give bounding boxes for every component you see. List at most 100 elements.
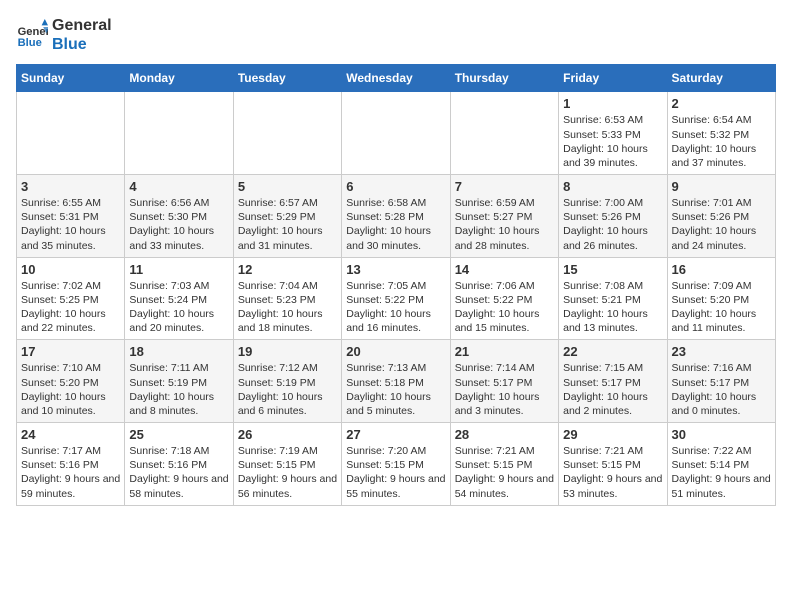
day-info: Daylight: 10 hours and 13 minutes. <box>563 307 662 335</box>
day-info: Sunset: 5:17 PM <box>563 376 662 390</box>
calendar-cell: 24Sunrise: 7:17 AMSunset: 5:16 PMDayligh… <box>17 423 125 506</box>
day-info: Sunset: 5:14 PM <box>672 458 771 472</box>
day-info: Sunrise: 7:21 AM <box>455 444 554 458</box>
day-info: Sunrise: 7:03 AM <box>129 279 228 293</box>
day-info: Sunrise: 7:02 AM <box>21 279 120 293</box>
calendar-week-3: 10 Sunrise: 7:02 AMSunset: 5:25 PM Dayligh… <box>17 257 776 340</box>
day-info: Sunset: 5:15 PM <box>238 458 337 472</box>
day-info: Sunrise: 7:05 AM <box>346 279 445 293</box>
day-number: 26 <box>238 427 337 442</box>
calendar-cell: 13Sunrise: 7:05 AMSunset: 5:22 PMDayligh… <box>342 257 450 340</box>
day-info: Sunset: 5:18 PM <box>346 376 445 390</box>
day-number: 10 <box>21 262 120 277</box>
weekday-header-sunday: Sunday <box>17 65 125 92</box>
calendar-cell: 17Sunrise: 7:10 AMSunset: 5:20 PMDayligh… <box>17 340 125 423</box>
calendar-cell: 12Sunrise: 7:04 AMSunset: 5:23 PMDayligh… <box>233 257 341 340</box>
day-info: Sunset: 5:26 PM <box>672 210 771 224</box>
day-info: Sunset: 5:17 PM <box>455 376 554 390</box>
calendar-cell: 9Sunrise: 7:01 AMSunset: 5:26 PMDaylight… <box>667 175 775 258</box>
weekday-header-monday: Monday <box>125 65 233 92</box>
day-number: 5 <box>238 179 337 194</box>
day-info: Sunrise: 6:59 AM <box>455 196 554 210</box>
calendar-cell: 26Sunrise: 7:19 AMSunset: 5:15 PMDayligh… <box>233 423 341 506</box>
day-info: Daylight: 10 hours and 3 minutes. <box>455 390 554 418</box>
weekday-header-thursday: Thursday <box>450 65 558 92</box>
day-info: Daylight: 10 hours and 0 minutes. <box>672 390 771 418</box>
calendar-cell: 25Sunrise: 7:18 AMSunset: 5:16 PMDayligh… <box>125 423 233 506</box>
calendar-cell: 8Sunrise: 7:00 AMSunset: 5:26 PMDaylight… <box>559 175 667 258</box>
logo-blue: Blue <box>52 35 112 54</box>
day-number: 27 <box>346 427 445 442</box>
day-info: Daylight: 10 hours and 37 minutes. <box>672 142 771 170</box>
day-info: Daylight: 9 hours and 56 minutes. <box>238 472 337 500</box>
day-number: 29 <box>563 427 662 442</box>
day-info: Sunset: 5:23 PM <box>238 293 337 307</box>
day-info: Sunrise: 6:56 AM <box>129 196 228 210</box>
calendar-cell <box>450 92 558 175</box>
weekday-header-saturday: Saturday <box>667 65 775 92</box>
day-number: 16 <box>672 262 771 277</box>
calendar-header-row: SundayMondayTuesdayWednesdayThursdayFrid… <box>17 65 776 92</box>
day-info: Sunset: 5:19 PM <box>129 376 228 390</box>
day-info: Sunset: 5:33 PM <box>563 128 662 142</box>
day-info: Sunset: 5:19 PM <box>238 376 337 390</box>
day-info: Daylight: 10 hours and 15 minutes. <box>455 307 554 335</box>
day-info: Sunset: 5:24 PM <box>129 293 228 307</box>
calendar-cell <box>233 92 341 175</box>
logo: General Blue General Blue <box>16 16 112 54</box>
day-info: Daylight: 10 hours and 31 minutes. <box>238 224 337 252</box>
day-number: 17 <box>21 344 120 359</box>
calendar-cell: 11Sunrise: 7:03 AMSunset: 5:24 PMDayligh… <box>125 257 233 340</box>
day-number: 25 <box>129 427 228 442</box>
day-info: Sunrise: 7:18 AM <box>129 444 228 458</box>
day-info: Sunrise: 7:22 AM <box>672 444 771 458</box>
day-info: Sunset: 5:28 PM <box>346 210 445 224</box>
calendar-cell: 6Sunrise: 6:58 AMSunset: 5:28 PMDaylight… <box>342 175 450 258</box>
day-info: Sunrise: 7:08 AM <box>563 279 662 293</box>
day-info: Daylight: 10 hours and 11 minutes. <box>672 307 771 335</box>
day-info: Daylight: 10 hours and 6 minutes. <box>238 390 337 418</box>
day-info: Sunrise: 6:57 AM <box>238 196 337 210</box>
day-info: Daylight: 9 hours and 54 minutes. <box>455 472 554 500</box>
weekday-header-friday: Friday <box>559 65 667 92</box>
calendar-cell: 27Sunrise: 7:20 AMSunset: 5:15 PMDayligh… <box>342 423 450 506</box>
day-info: Sunset: 5:25 PM <box>21 293 120 307</box>
day-info: Daylight: 10 hours and 2 minutes. <box>563 390 662 418</box>
calendar-cell: 22Sunrise: 7:15 AMSunset: 5:17 PMDayligh… <box>559 340 667 423</box>
day-info: Sunset: 5:22 PM <box>455 293 554 307</box>
logo-icon: General Blue <box>16 19 48 51</box>
calendar-cell: 21Sunrise: 7:14 AMSunset: 5:17 PMDayligh… <box>450 340 558 423</box>
day-info: Sunrise: 6:55 AM <box>21 196 120 210</box>
calendar-week-5: 24Sunrise: 7:17 AMSunset: 5:16 PMDayligh… <box>17 423 776 506</box>
calendar: SundayMondayTuesdayWednesdayThursdayFrid… <box>16 64 776 505</box>
calendar-week-2: 3Sunrise: 6:55 AMSunset: 5:31 PMDaylight… <box>17 175 776 258</box>
day-number: 14 <box>455 262 554 277</box>
day-info: Daylight: 10 hours and 10 minutes. <box>21 390 120 418</box>
weekday-header-tuesday: Tuesday <box>233 65 341 92</box>
day-info: Sunset: 5:32 PM <box>672 128 771 142</box>
day-number: 24 <box>21 427 120 442</box>
calendar-cell <box>17 92 125 175</box>
day-number: 13 <box>346 262 445 277</box>
day-info: Daylight: 10 hours and 35 minutes. <box>21 224 120 252</box>
day-number: 7 <box>455 179 554 194</box>
day-info: Daylight: 9 hours and 58 minutes. <box>129 472 228 500</box>
day-info: Daylight: 10 hours and 18 minutes. <box>238 307 337 335</box>
day-info: Sunrise: 7:09 AM <box>672 279 771 293</box>
day-info: Sunrise: 7:17 AM <box>21 444 120 458</box>
calendar-cell <box>342 92 450 175</box>
day-info: Daylight: 10 hours and 28 minutes. <box>455 224 554 252</box>
day-info: Daylight: 9 hours and 51 minutes. <box>672 472 771 500</box>
day-info: Sunset: 5:20 PM <box>21 376 120 390</box>
day-info: Sunset: 5:20 PM <box>672 293 771 307</box>
day-info: Sunrise: 7:01 AM <box>672 196 771 210</box>
day-info: Sunrise: 6:58 AM <box>346 196 445 210</box>
day-info: Daylight: 10 hours and 39 minutes. <box>563 142 662 170</box>
calendar-cell: 23Sunrise: 7:16 AMSunset: 5:17 PMDayligh… <box>667 340 775 423</box>
calendar-week-1: 1Sunrise: 6:53 AMSunset: 5:33 PMDaylight… <box>17 92 776 175</box>
calendar-cell: 19Sunrise: 7:12 AMSunset: 5:19 PMDayligh… <box>233 340 341 423</box>
calendar-cell: 29Sunrise: 7:21 AMSunset: 5:15 PMDayligh… <box>559 423 667 506</box>
day-number: 9 <box>672 179 771 194</box>
page-header: General Blue General Blue <box>16 16 776 54</box>
day-info: Sunset: 5:30 PM <box>129 210 228 224</box>
